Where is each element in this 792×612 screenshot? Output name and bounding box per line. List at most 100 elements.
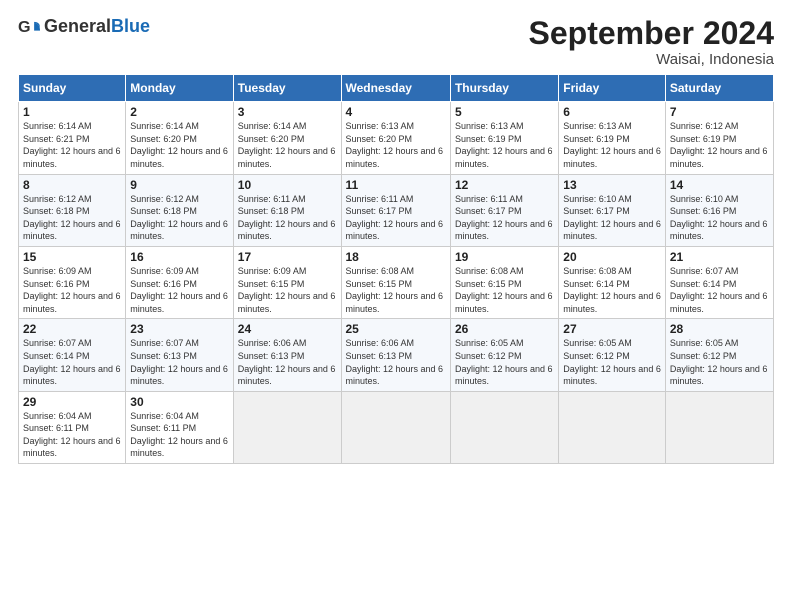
calendar-week-row: 1Sunrise: 6:14 AMSunset: 6:21 PMDaylight… [19, 102, 774, 174]
day-number: 16 [130, 250, 228, 264]
day-number: 28 [670, 322, 769, 336]
day-info: Sunrise: 6:13 AMSunset: 6:20 PMDaylight:… [346, 121, 444, 169]
day-info: Sunrise: 6:06 AMSunset: 6:13 PMDaylight:… [346, 338, 444, 386]
day-info: Sunrise: 6:10 AMSunset: 6:17 PMDaylight:… [563, 194, 661, 242]
day-number: 4 [346, 105, 446, 119]
day-number: 15 [23, 250, 121, 264]
day-info: Sunrise: 6:11 AMSunset: 6:17 PMDaylight:… [455, 194, 553, 242]
day-info: Sunrise: 6:11 AMSunset: 6:17 PMDaylight:… [346, 194, 444, 242]
table-row: 26Sunrise: 6:05 AMSunset: 6:12 PMDayligh… [450, 319, 558, 391]
day-info: Sunrise: 6:07 AMSunset: 6:14 PMDaylight:… [23, 338, 121, 386]
table-row: 30 Sunrise: 6:04 AMSunset: 6:11 PMDayligh… [126, 391, 233, 463]
table-row: 5Sunrise: 6:13 AMSunset: 6:19 PMDaylight… [450, 102, 558, 174]
day-info: Sunrise: 6:06 AMSunset: 6:13 PMDaylight:… [238, 338, 336, 386]
day-info: Sunrise: 6:12 AMSunset: 6:19 PMDaylight:… [670, 121, 768, 169]
table-row: 20 Sunrise: 6:08 AMSunset: 6:14 PMDayligh… [559, 246, 666, 318]
day-number: 17 [238, 250, 337, 264]
day-number: 6 [563, 105, 661, 119]
table-row: 22 Sunrise: 6:07 AMSunset: 6:14 PMDayligh… [19, 319, 126, 391]
calendar-week-row: 22 Sunrise: 6:07 AMSunset: 6:14 PMDayligh… [19, 319, 774, 391]
calendar-week-row: 29 Sunrise: 6:04 AMSunset: 6:11 PMDayligh… [19, 391, 774, 463]
svg-text:G: G [18, 18, 31, 36]
day-number: 9 [130, 178, 228, 192]
day-number: 20 [563, 250, 661, 264]
table-row: 19Sunrise: 6:08 AMSunset: 6:15 PMDayligh… [450, 246, 558, 318]
day-number: 27 [563, 322, 661, 336]
day-number: 21 [670, 250, 769, 264]
table-row: 15 Sunrise: 6:09 AMSunset: 6:16 PMDayligh… [19, 246, 126, 318]
day-number: 8 [23, 178, 121, 192]
table-row: 23Sunrise: 6:07 AMSunset: 6:13 PMDayligh… [126, 319, 233, 391]
table-row: 1Sunrise: 6:14 AMSunset: 6:21 PMDaylight… [19, 102, 126, 174]
table-row: 11 Sunrise: 6:11 AMSunset: 6:17 PMDayligh… [341, 174, 450, 246]
table-row: 14 Sunrise: 6:10 AMSunset: 6:16 PMDayligh… [665, 174, 773, 246]
header-monday: Monday [126, 75, 233, 102]
day-info: Sunrise: 6:09 AMSunset: 6:16 PMDaylight:… [23, 266, 121, 314]
day-info: Sunrise: 6:08 AMSunset: 6:15 PMDaylight:… [346, 266, 444, 314]
table-row [341, 391, 450, 463]
calendar-table: Sunday Monday Tuesday Wednesday Thursday… [18, 74, 774, 464]
title-block: September 2024 Waisai, Indonesia [529, 16, 774, 68]
header-wednesday: Wednesday [341, 75, 450, 102]
table-row: 21Sunrise: 6:07 AMSunset: 6:14 PMDayligh… [665, 246, 773, 318]
table-row: 4 Sunrise: 6:13 AMSunset: 6:20 PMDaylight… [341, 102, 450, 174]
calendar-week-row: 8 Sunrise: 6:12 AMSunset: 6:18 PMDaylight… [19, 174, 774, 246]
table-row: 24Sunrise: 6:06 AMSunset: 6:13 PMDayligh… [233, 319, 341, 391]
day-info: Sunrise: 6:05 AMSunset: 6:12 PMDaylight:… [455, 338, 553, 386]
day-number: 22 [23, 322, 121, 336]
day-number: 14 [670, 178, 769, 192]
day-number: 30 [130, 395, 228, 409]
logo: G GeneralBlue [18, 16, 150, 38]
day-number: 2 [130, 105, 228, 119]
header-thursday: Thursday [450, 75, 558, 102]
day-info: Sunrise: 6:14 AMSunset: 6:20 PMDaylight:… [238, 121, 336, 169]
day-info: Sunrise: 6:08 AMSunset: 6:15 PMDaylight:… [455, 266, 553, 314]
day-number: 18 [346, 250, 446, 264]
table-row: 2 Sunrise: 6:14 AMSunset: 6:20 PMDaylight… [126, 102, 233, 174]
day-number: 1 [23, 105, 121, 119]
day-number: 11 [346, 178, 446, 192]
table-row: 8 Sunrise: 6:12 AMSunset: 6:18 PMDaylight… [19, 174, 126, 246]
table-row: 27 Sunrise: 6:05 AMSunset: 6:12 PMDayligh… [559, 319, 666, 391]
table-row: 17Sunrise: 6:09 AMSunset: 6:15 PMDayligh… [233, 246, 341, 318]
table-row: 13 Sunrise: 6:10 AMSunset: 6:17 PMDayligh… [559, 174, 666, 246]
day-info: Sunrise: 6:09 AMSunset: 6:16 PMDaylight:… [130, 266, 228, 314]
day-info: Sunrise: 6:10 AMSunset: 6:16 PMDaylight:… [670, 194, 768, 242]
day-number: 29 [23, 395, 121, 409]
header-sunday: Sunday [19, 75, 126, 102]
header-tuesday: Tuesday [233, 75, 341, 102]
table-row [665, 391, 773, 463]
header-friday: Friday [559, 75, 666, 102]
table-row [233, 391, 341, 463]
day-info: Sunrise: 6:05 AMSunset: 6:12 PMDaylight:… [563, 338, 661, 386]
table-row [450, 391, 558, 463]
table-row: 18 Sunrise: 6:08 AMSunset: 6:15 PMDayligh… [341, 246, 450, 318]
day-number: 25 [346, 322, 446, 336]
day-info: Sunrise: 6:07 AMSunset: 6:13 PMDaylight:… [130, 338, 228, 386]
month-title: September 2024 [529, 16, 774, 51]
location-title: Waisai, Indonesia [529, 51, 774, 68]
table-row: 9Sunrise: 6:12 AMSunset: 6:18 PMDaylight… [126, 174, 233, 246]
day-info: Sunrise: 6:14 AMSunset: 6:20 PMDaylight:… [130, 121, 228, 169]
logo-text: GeneralBlue [44, 17, 150, 37]
table-row: 3 Sunrise: 6:14 AMSunset: 6:20 PMDaylight… [233, 102, 341, 174]
day-info: Sunrise: 6:04 AMSunset: 6:11 PMDaylight:… [130, 411, 228, 459]
logo-general: General [44, 16, 111, 36]
table-row: 7Sunrise: 6:12 AMSunset: 6:19 PMDaylight… [665, 102, 773, 174]
calendar-week-row: 15 Sunrise: 6:09 AMSunset: 6:16 PMDayligh… [19, 246, 774, 318]
logo-icon: G [18, 16, 40, 38]
day-info: Sunrise: 6:08 AMSunset: 6:14 PMDaylight:… [563, 266, 661, 314]
day-info: Sunrise: 6:12 AMSunset: 6:18 PMDaylight:… [23, 194, 121, 242]
day-info: Sunrise: 6:13 AMSunset: 6:19 PMDaylight:… [455, 121, 553, 169]
header-saturday: Saturday [665, 75, 773, 102]
table-row: 28Sunrise: 6:05 AMSunset: 6:12 PMDayligh… [665, 319, 773, 391]
day-number: 3 [238, 105, 337, 119]
day-number: 13 [563, 178, 661, 192]
table-row: 29 Sunrise: 6:04 AMSunset: 6:11 PMDayligh… [19, 391, 126, 463]
table-row: 12 Sunrise: 6:11 AMSunset: 6:17 PMDayligh… [450, 174, 558, 246]
day-info: Sunrise: 6:13 AMSunset: 6:19 PMDaylight:… [563, 121, 661, 169]
day-info: Sunrise: 6:04 AMSunset: 6:11 PMDaylight:… [23, 411, 121, 459]
day-number: 12 [455, 178, 554, 192]
day-info: Sunrise: 6:11 AMSunset: 6:18 PMDaylight:… [238, 194, 336, 242]
table-row: 16 Sunrise: 6:09 AMSunset: 6:16 PMDayligh… [126, 246, 233, 318]
